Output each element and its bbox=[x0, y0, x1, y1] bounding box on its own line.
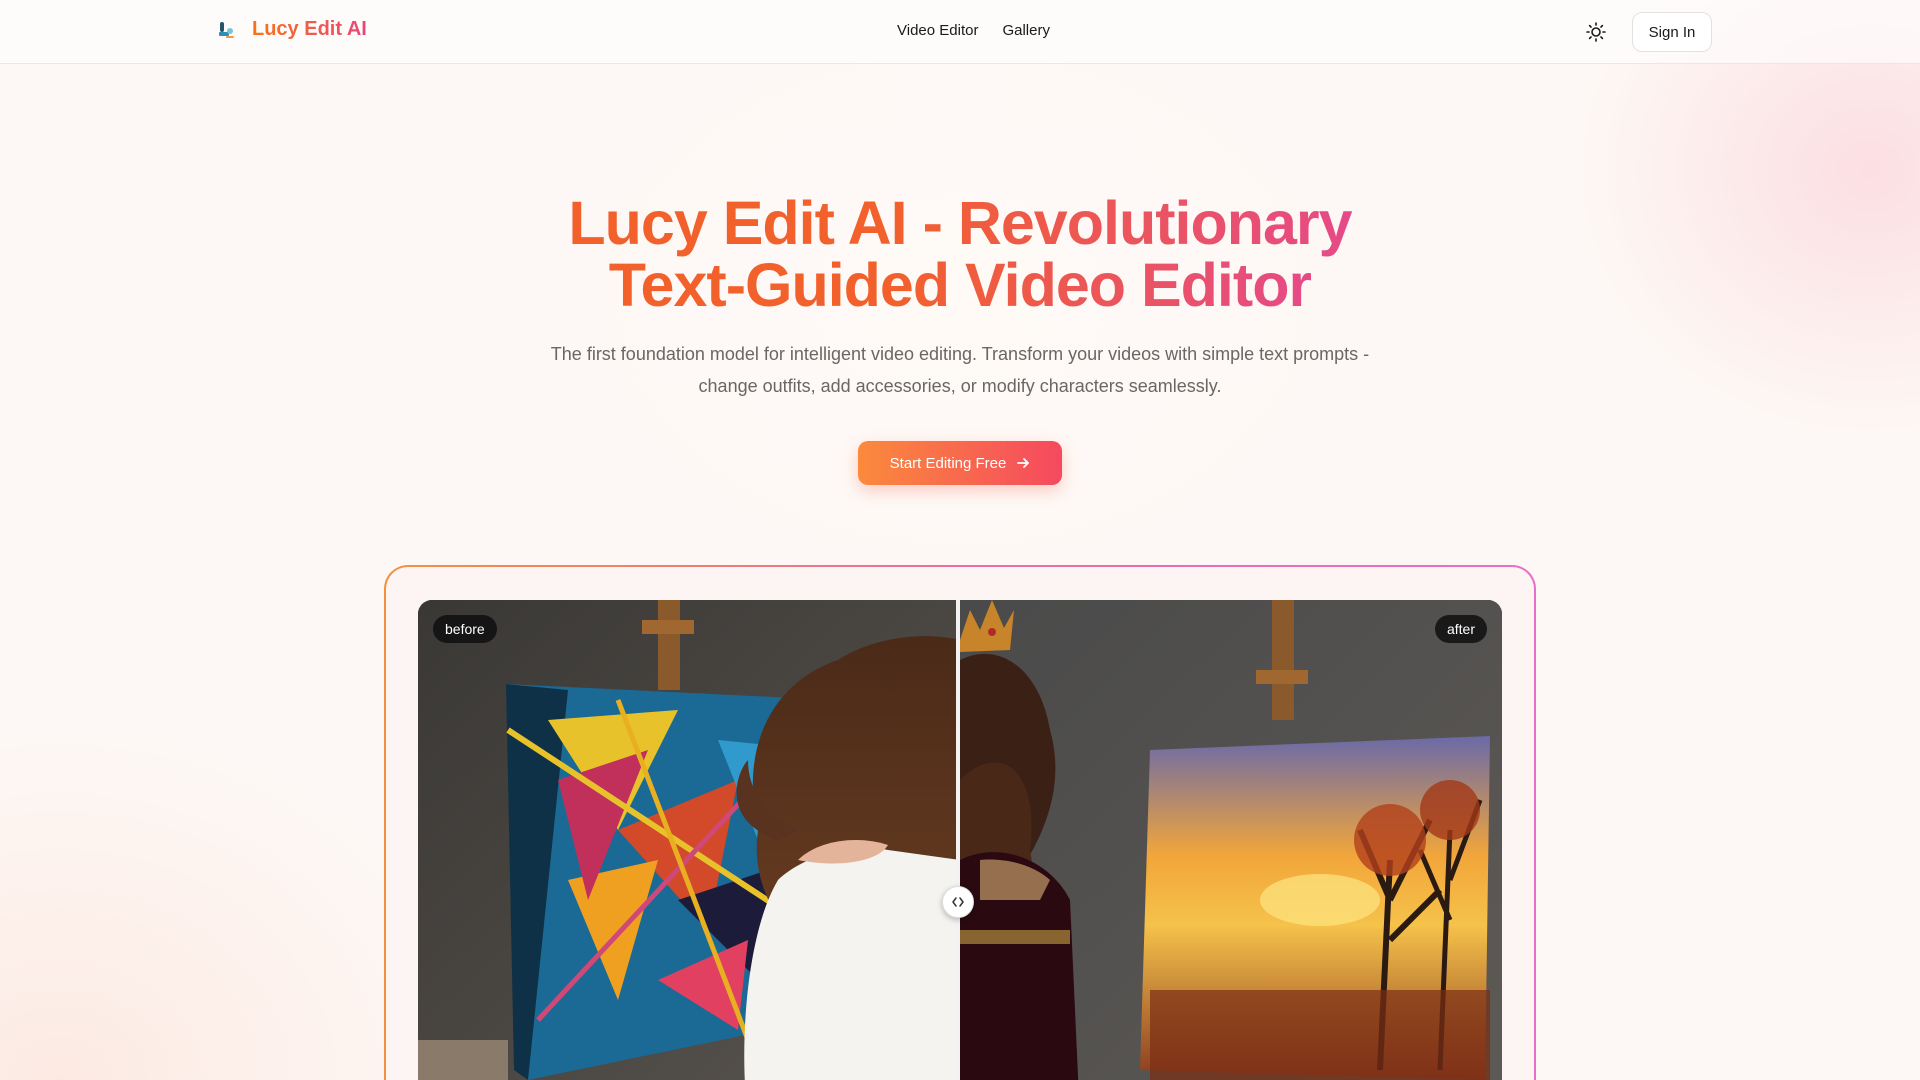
hero-subtitle-line-1: The first foundation model for intellige… bbox=[550, 344, 1370, 364]
theme-toggle-button[interactable] bbox=[1584, 20, 1608, 44]
before-badge: before bbox=[433, 615, 497, 643]
before-after-card: before after bbox=[384, 565, 1536, 1080]
hero-subtitle-line-2: change outfits, add accessories, or modi… bbox=[698, 376, 1222, 396]
after-image bbox=[960, 600, 1502, 1080]
sun-icon bbox=[1586, 22, 1606, 42]
nav-video-editor[interactable]: Video Editor bbox=[897, 22, 978, 39]
brand-name: Lucy Edit AI bbox=[252, 18, 367, 40]
before-image bbox=[418, 600, 960, 1080]
after-badge: after bbox=[1434, 615, 1487, 643]
main-nav: Video Editor Gallery bbox=[897, 22, 1050, 39]
compare-divider[interactable] bbox=[956, 600, 960, 1080]
brand[interactable]: Lucy Edit AI bbox=[216, 18, 367, 41]
top-nav-bar: Lucy Edit AI Video Editor Gallery Sign I… bbox=[0, 0, 1920, 64]
hero-title-line-2: Text-Guided Video Editor bbox=[608, 251, 1312, 319]
brand-logo-icon bbox=[219, 21, 234, 38]
sign-in-button[interactable]: Sign In bbox=[1632, 12, 1712, 52]
before-after-card-inner: before after bbox=[386, 567, 1534, 1080]
start-editing-button[interactable]: Start Editing Free bbox=[858, 441, 1062, 485]
nav-gallery[interactable]: Gallery bbox=[1002, 22, 1050, 39]
hero-title-line-1: Lucy Edit AI - Revolutionary bbox=[568, 189, 1352, 257]
compare-slider-handle[interactable] bbox=[942, 886, 974, 918]
hero-title: Lucy Edit AI - Revolutionary Text-Guided… bbox=[360, 192, 1560, 316]
arrow-right-icon bbox=[1017, 458, 1030, 468]
before-after-compare-slider[interactable]: before after bbox=[418, 600, 1502, 1080]
start-editing-label: Start Editing Free bbox=[889, 454, 1007, 472]
chevrons-left-right-icon bbox=[952, 897, 964, 907]
hero-subtitle: The first foundation model for intellige… bbox=[480, 338, 1440, 402]
